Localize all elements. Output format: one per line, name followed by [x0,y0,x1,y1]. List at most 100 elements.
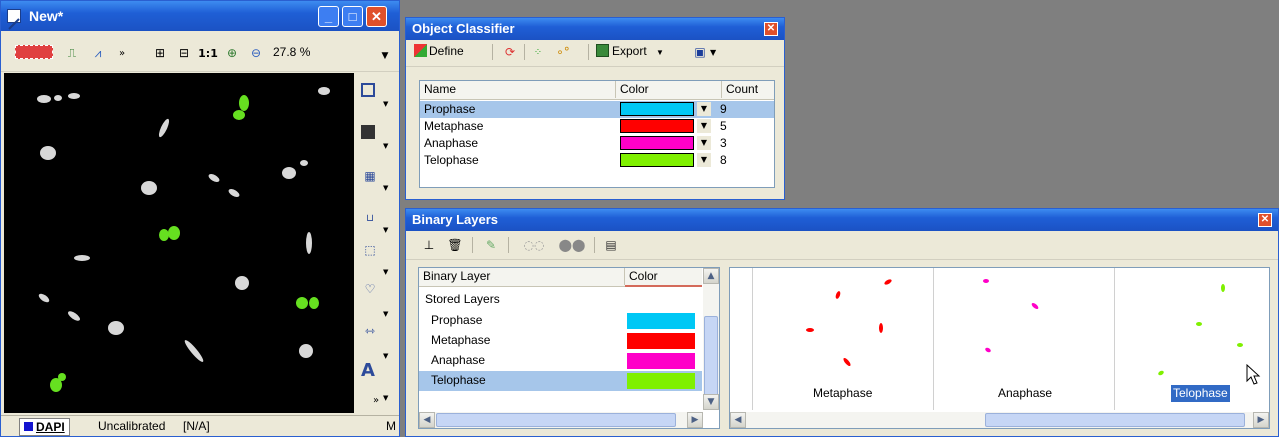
image-window-title: New* [29,8,64,24]
row-name: Prophase [424,102,476,116]
layer-color-swatch[interactable] [627,313,695,329]
measure-icon[interactable]: ⇿ [361,322,379,340]
row-color-swatch[interactable] [620,136,694,150]
col-name[interactable]: Name [420,81,616,98]
rectangle-select-icon[interactable] [361,83,375,97]
row-color-dropdown[interactable]: ▼ [697,119,711,133]
fit-width-icon[interactable]: ⊟ [175,44,193,62]
row-color-dropdown[interactable]: ▼ [697,102,711,116]
layer-name: Prophase [431,313,483,327]
zoom-out-icon[interactable]: ⊖ [247,44,265,62]
row-color-swatch[interactable] [620,119,694,133]
zoom-in-icon[interactable]: ⊕ [223,44,241,62]
union-icon[interactable]: ⬤⬤ [556,236,588,254]
roi-icon[interactable]: ⬚ [361,241,379,259]
binary-title: Binary Layers [412,212,498,227]
ruler-icon[interactable] [15,45,53,59]
dapi-color-swatch [24,422,33,431]
col-count[interactable]: Count [722,81,774,98]
thumbs-hscroll-thumb[interactable] [985,413,1245,427]
stored-layers-group[interactable]: Stored Layers [421,291,621,308]
scroll-up-button[interactable]: ▲ [703,268,719,284]
classifier-row[interactable]: Metaphase ▼ 5 [420,118,774,135]
layer-thumbnails: Metaphase Anaphase Telophase ◀ ▶ [729,267,1270,429]
col-color[interactable]: Color [616,81,722,98]
binary-titlebar[interactable]: Binary Layers ✕ [406,209,1278,231]
close-button[interactable]: ✕ [366,6,387,27]
layer-color-swatch[interactable] [627,353,695,369]
image-status-bar: DAPI Uncalibrated [N/A] M [1,415,399,436]
classifier-title: Object Classifier [412,21,515,36]
zoom-value[interactable]: 27.8 % [269,44,339,61]
tool-more-icon[interactable]: » [373,395,379,406]
intersect-icon[interactable]: ◌◌ [518,236,550,254]
thumbnails-hscroll[interactable]: ◀ ▶ [730,412,1269,428]
image-window-titlebar[interactable]: New* _ □ ✕ [1,1,399,31]
maximize-button[interactable]: □ [342,6,363,27]
row-count: 8 [720,153,727,167]
dapi-tab-label: DAPI [36,420,65,434]
scatter-icon[interactable]: ⁘ [529,43,547,61]
grid-icon[interactable]: ▦ [361,167,379,185]
thumbnail-metaphase[interactable]: Metaphase [753,268,934,410]
col-layer-color[interactable]: Color [625,268,702,287]
col-binary-layer[interactable]: Binary Layer [419,268,625,285]
freehand-icon[interactable]: ♡ [361,280,379,298]
curve-icon[interactable]: ⩘ [89,44,107,62]
define-button[interactable]: Define [414,44,464,58]
save-dropdown-icon[interactable]: ▼ [710,48,716,57]
layer-list-hscroll[interactable]: ◀ ▶ [419,412,703,428]
row-color-dropdown[interactable]: ▼ [697,136,711,150]
layer-color-swatch[interactable] [627,373,695,389]
thumbnail-label: Metaphase [813,386,873,400]
classifier-row[interactable]: Anaphase ▼ 3 [420,135,774,152]
fit-to-window-icon[interactable]: ⊞ [151,44,169,62]
thumbs-scroll-left-button[interactable]: ◀ [730,412,746,428]
row-color-dropdown[interactable]: ▼ [697,153,711,167]
layer-row[interactable]: Metaphase [419,331,702,351]
refresh-icon[interactable]: ⟳ [501,43,519,61]
binary-sep-2 [508,237,509,253]
scroll-right-button[interactable]: ▶ [687,412,703,428]
row-color-swatch[interactable] [620,153,694,167]
zoom-dropdown-icon[interactable]: ▼ [376,47,394,65]
classifier-close-button[interactable]: ✕ [764,22,778,36]
hscroll-thumb[interactable] [436,413,676,427]
layer-row[interactable]: Telophase [419,371,702,391]
profile-icon[interactable]: ⎍ [63,44,81,62]
classifier-row[interactable]: Prophase ▼ 9 [420,101,774,118]
thumbnail-telophase[interactable]: Telophase [1115,268,1269,410]
text-tool-button[interactable]: A [359,360,377,381]
row-color-swatch[interactable] [620,102,694,116]
actual-size-button[interactable]: 1:1 [198,44,218,62]
image-window: New* _ □ ✕ ⎍ ⩘ » ⊞ ⊟ 1:1 ⊕ ⊖ 27.8 % ▼ ▦ … [0,0,400,437]
layer-row[interactable]: Prophase [419,311,702,331]
export-button[interactable]: Export ▼ [596,44,664,58]
binary-close-button[interactable]: ✕ [1258,213,1272,227]
export-dropdown-icon[interactable]: ▼ [656,48,664,57]
add-layer-icon[interactable]: ⊥ [420,236,438,254]
scale-bar-icon[interactable]: ⊔ [361,209,379,227]
more-chevron-icon[interactable]: » [113,44,131,62]
layer-list-vscroll[interactable]: ▲ ▼ [703,268,719,410]
delete-layer-icon[interactable]: 🗑 [446,236,464,254]
layout-icon[interactable]: ▤ [602,236,620,254]
image-canvas[interactable] [4,73,354,413]
mouse-cursor-icon [1246,364,1261,385]
filled-rect-icon[interactable] [361,125,375,139]
scroll-down-button[interactable]: ▼ [703,394,719,410]
classifier-titlebar[interactable]: Object Classifier ✕ [406,18,784,40]
layer-row[interactable]: Anaphase [419,351,702,371]
save-icon[interactable]: ▣ [691,43,709,61]
objects-icon[interactable]: ∘° [554,43,572,61]
dapi-tab[interactable]: DAPI [19,418,70,436]
brush-icon[interactable]: ✎ [482,236,500,254]
layer-color-swatch[interactable] [627,333,695,349]
binary-sep-3 [594,237,595,253]
vscroll-thumb[interactable] [704,316,718,396]
classifier-row[interactable]: Telophase ▼ 8 [420,152,774,169]
scroll-left-button[interactable]: ◀ [419,412,435,428]
minimize-button[interactable]: _ [318,6,339,27]
thumbnail-anaphase[interactable]: Anaphase [934,268,1115,410]
thumbs-scroll-right-button[interactable]: ▶ [1253,412,1269,428]
